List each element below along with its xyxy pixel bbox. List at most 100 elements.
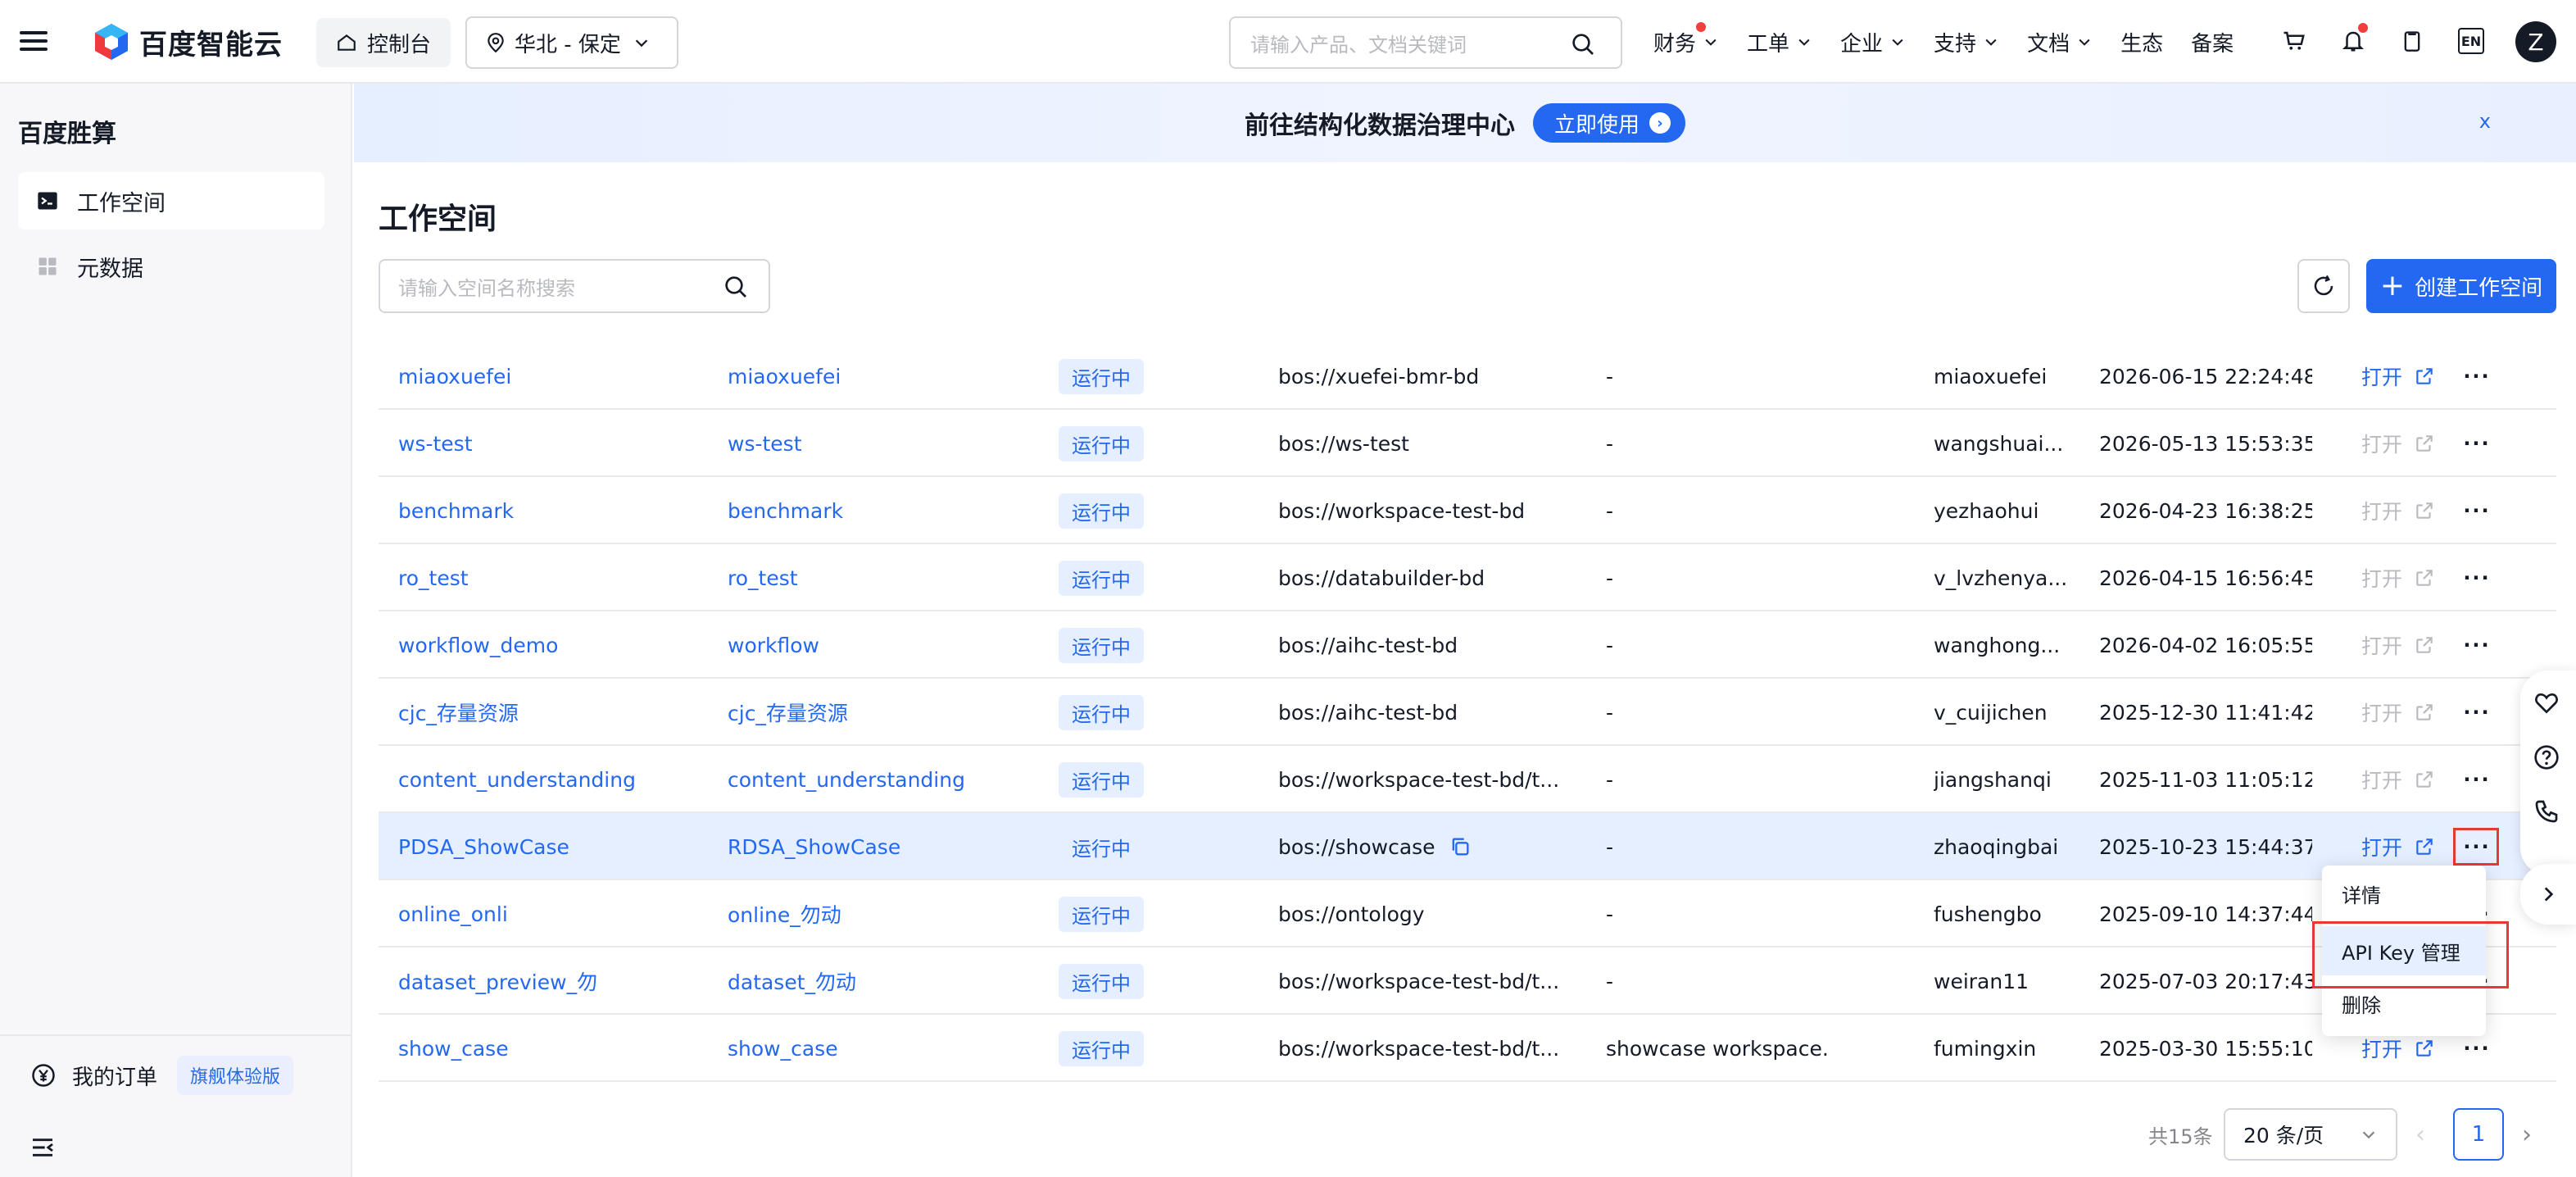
workspace-name-link[interactable]: workflow_demo <box>398 611 693 679</box>
nav-ticket[interactable]: 工单 <box>1747 27 1812 57</box>
workspace-name-link[interactable]: dataset_preview_勿 <box>398 948 693 1015</box>
next-page-button[interactable]: › <box>2522 1108 2532 1161</box>
workspace-name-link[interactable]: show_case <box>398 1015 693 1082</box>
created-time-cell: 2025-12-30 11:41:42 <box>2099 700 2312 725</box>
expand-tools-button[interactable] <box>2520 864 2576 925</box>
refresh-button[interactable] <box>2297 259 2350 313</box>
page-number-current[interactable]: 1 <box>2453 1108 2504 1161</box>
table-row[interactable]: cjc_存量资源 cjc_存量资源 运行中 bos://aihc-test-bd - v_… <box>379 679 2556 746</box>
workspace-id-link[interactable]: RDSA_ShowCase <box>728 813 1023 880</box>
workspace-name-link[interactable]: ws-test <box>398 410 693 477</box>
open-workspace-link[interactable]: 打开 <box>2361 832 2435 861</box>
bos-path-cell: bos://aihc-test-bd <box>1278 679 1590 746</box>
open-workspace-link[interactable]: 打开 <box>2361 765 2435 794</box>
sidebar-item-metadata[interactable]: 元数据 <box>18 238 324 295</box>
sidebar-item-workspace[interactable]: 工作空间 <box>18 172 324 229</box>
menu-item-details[interactable]: 详情 <box>2322 869 2486 918</box>
table-row[interactable]: benchmark benchmark 运行中 bos://workspace-tes… <box>379 477 2556 544</box>
console-button[interactable]: 控制台 <box>316 18 451 67</box>
more-actions-button[interactable]: ··· <box>2455 679 2499 746</box>
workspace-id-link[interactable]: content_understanding <box>728 746 1023 813</box>
workspace-id-link[interactable]: cjc_存量资源 <box>728 679 1023 746</box>
nav-finance-label: 财务 <box>1653 31 1697 57</box>
global-search-input[interactable]: 请输入产品、文档关键词 <box>1229 16 1622 69</box>
nav-icp[interactable]: 备案 <box>2191 27 2234 57</box>
nav-docs[interactable]: 文档 <box>2027 27 2093 57</box>
status-badge: 运行中 <box>1059 761 1144 798</box>
open-workspace-link[interactable]: 打开 <box>2361 698 2435 727</box>
table-row[interactable]: content_understanding content_understandi… <box>379 746 2556 813</box>
table-row[interactable]: dataset_preview_勿 dataset_勿动 运行中 bos://work… <box>379 948 2556 1015</box>
language-switch[interactable]: EN <box>2455 25 2488 57</box>
copy-icon[interactable] <box>1449 835 1472 858</box>
workspace-name-link[interactable]: content_understanding <box>398 746 693 813</box>
external-link-icon <box>2416 637 2433 653</box>
banner-close-button[interactable]: x <box>2479 110 2491 133</box>
owner-cell: v_lvzhenya... <box>1934 566 2068 590</box>
workspace-search-input[interactable]: 请输入空间名称搜索 <box>379 259 770 313</box>
clipboard-icon[interactable] <box>2396 25 2429 57</box>
workspace-id-link[interactable]: online_勿动 <box>728 880 1023 948</box>
open-workspace-link[interactable]: 打开 <box>2361 429 2435 458</box>
region-selector[interactable]: 华北 - 保定 <box>465 16 678 69</box>
workspace-id-link[interactable]: ws-test <box>728 410 1023 477</box>
more-actions-button[interactable]: ··· <box>2455 746 2499 813</box>
nav-finance[interactable]: 财务 <box>1653 21 1719 57</box>
more-actions-button[interactable]: ··· <box>2455 343 2499 410</box>
status-cell: 运行中 <box>1059 746 1144 813</box>
workspace-id-link[interactable]: show_case <box>728 1015 1023 1082</box>
search-icon[interactable] <box>1570 31 1596 57</box>
table-row[interactable]: online_onli online_勿动 运行中 bos://ontology - fu… <box>379 880 2556 948</box>
search-icon[interactable] <box>723 274 749 300</box>
table-row[interactable]: PDSA_ShowCase RDSA_ShowCase 运行中 bos://showc… <box>379 813 2556 880</box>
workspace-name-link[interactable]: online_onli <box>398 880 693 948</box>
table-row[interactable]: show_case show_case 运行中 bos://workspace-tes… <box>379 1015 2556 1082</box>
workspace-name-link[interactable]: benchmark <box>398 477 693 544</box>
table-row[interactable]: ws-test ws-test 运行中 bos://ws-test - wangshuai… <box>379 410 2556 477</box>
open-workspace-link[interactable]: 打开 <box>2361 630 2435 660</box>
cart-icon[interactable] <box>2278 25 2311 57</box>
nav-enterprise-label: 企业 <box>1840 31 1884 57</box>
phone-icon[interactable] <box>2533 798 2560 825</box>
workspace-id-link[interactable]: benchmark <box>728 477 1023 544</box>
my-orders-link[interactable]: 我的订单 旗舰体验版 <box>31 1056 294 1095</box>
open-cell: 打开 <box>2361 477 2435 544</box>
workspace-id-link[interactable]: workflow <box>728 611 1023 679</box>
chevron-down-icon <box>1892 39 1903 46</box>
banner-use-now-button[interactable]: 立即使用 › <box>1532 103 1685 143</box>
table-row[interactable]: workflow_demo workflow 运行中 bos://aihc-test-… <box>379 611 2556 679</box>
heart-icon[interactable] <box>2533 690 2560 716</box>
brand-logo[interactable]: 百度智能云 <box>92 20 283 64</box>
workspace-name-link[interactable]: cjc_存量资源 <box>398 679 693 746</box>
open-workspace-link[interactable]: 打开 <box>2361 1034 2435 1063</box>
workspace-name-link[interactable]: ro_test <box>398 544 693 611</box>
open-workspace-link[interactable]: 打开 <box>2361 361 2435 391</box>
more-actions-button[interactable]: ··· <box>2455 410 2499 477</box>
workspace-id-link[interactable]: miaoxuefei <box>728 343 1023 410</box>
open-cell: 打开 <box>2361 679 2435 746</box>
bell-icon[interactable] <box>2337 23 2370 57</box>
bos-path: bos://xuefei-bmr-bd <box>1278 364 1480 389</box>
open-workspace-link[interactable]: 打开 <box>2361 563 2435 593</box>
table-row[interactable]: ro_test ro_test 运行中 bos://databuilder-bd - v_… <box>379 544 2556 611</box>
workspace-id-link[interactable]: dataset_勿动 <box>728 948 1023 1015</box>
workspace-id-link[interactable]: ro_test <box>728 544 1023 611</box>
more-actions-button[interactable]: ··· <box>2455 544 2499 611</box>
workspace-name-link[interactable]: miaoxuefei <box>398 343 693 410</box>
menu-icon[interactable] <box>20 26 48 54</box>
page-size-select[interactable]: 20 条/页 <box>2224 1108 2397 1161</box>
collapse-sidebar-icon[interactable] <box>29 1134 56 1161</box>
open-workspace-link[interactable]: 打开 <box>2361 496 2435 525</box>
help-icon[interactable] <box>2533 744 2560 770</box>
nav-support[interactable]: 支持 <box>1934 27 1999 57</box>
more-actions-button[interactable]: ··· <box>2455 477 2499 544</box>
prev-page-button[interactable]: ‹ <box>2415 1108 2425 1161</box>
more-actions-button[interactable]: ··· <box>2455 611 2499 679</box>
status-badge: 运行中 <box>1059 425 1144 461</box>
workspace-name-link[interactable]: PDSA_ShowCase <box>398 813 693 880</box>
table-row[interactable]: miaoxuefei miaoxuefei 运行中 bos://xuefei-bmr-… <box>379 343 2556 410</box>
create-workspace-button[interactable]: + 创建工作空间 <box>2366 259 2556 313</box>
avatar[interactable]: Z <box>2515 21 2556 62</box>
nav-ecosystem[interactable]: 生态 <box>2120 27 2163 57</box>
nav-enterprise[interactable]: 企业 <box>1840 27 1906 57</box>
